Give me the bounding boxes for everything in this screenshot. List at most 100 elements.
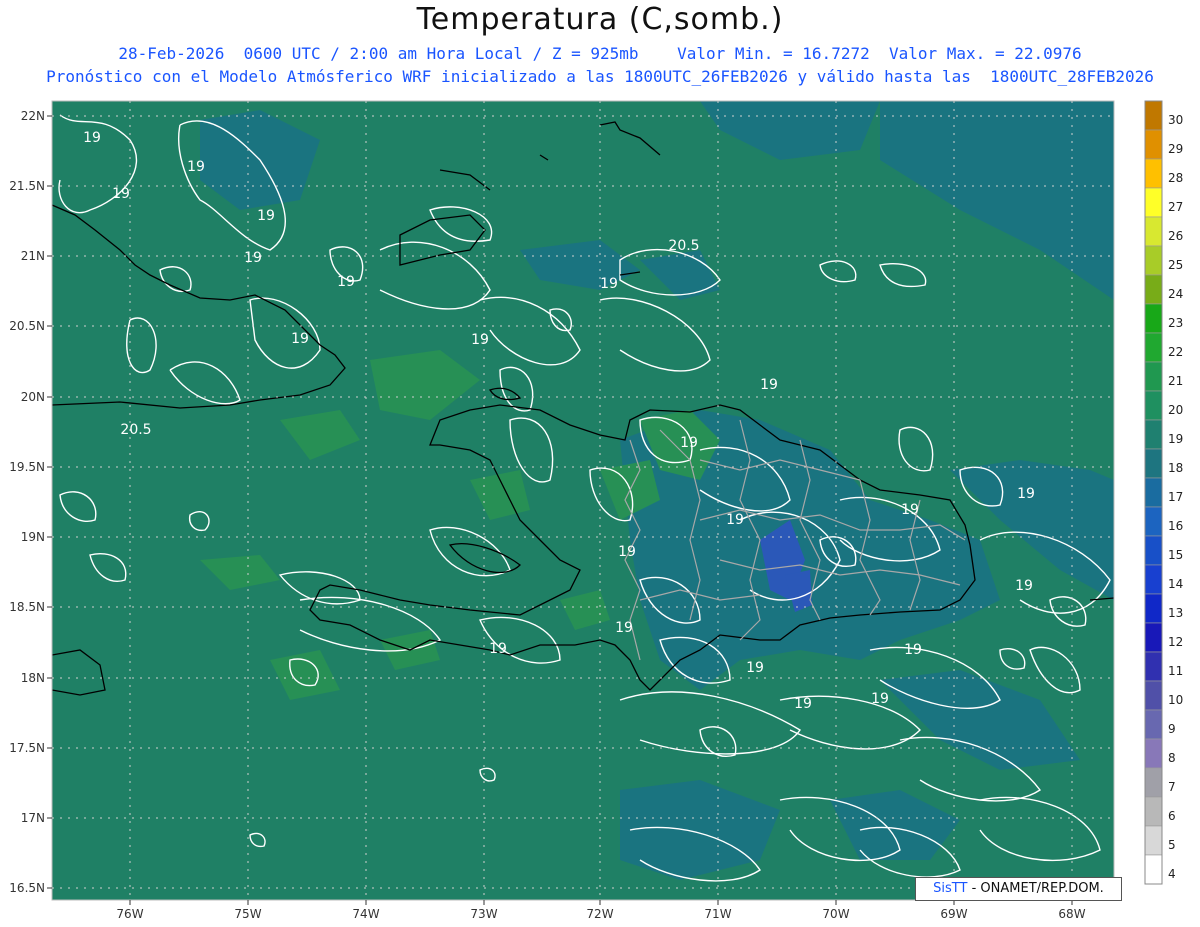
colorbar: 30 29 28 27 26 25 24 23 22 21 20 19 18 17 16 15 14 13 12 11… [1144,100,1183,885]
contour-label: 19 [83,130,101,146]
colorbar-label: 28 [1168,171,1183,185]
contour-label: 19 [794,696,812,712]
lat-tick-label: 16.5N [9,881,45,895]
colorbar-swatch [1144,361,1163,392]
contour-label: 19 [726,512,744,528]
colorbar-label: 30 [1168,113,1183,127]
colorbar-label: 10 [1168,693,1183,707]
lon-tick-label: 68W [1058,907,1085,921]
colorbar-label: 6 [1168,809,1176,823]
colorbar-swatch [1144,477,1163,508]
contour-label: 19 [187,159,205,175]
lon-tick-label: 76W [116,907,143,921]
contour-label: 19 [244,250,262,266]
colorbar-swatch [1144,245,1163,276]
colorbar-label: 22 [1168,345,1183,359]
lat-tick-label: 21.5N [9,179,45,193]
colorbar-label: 20 [1168,403,1183,417]
colorbar-swatch [1144,622,1163,653]
colorbar-label: 23 [1168,316,1183,330]
contour-label: 19 [112,186,130,202]
lat-tick-label: 22N [21,109,45,123]
contour-label: 19 [901,502,919,518]
lon-tick-label: 72W [586,907,613,921]
colorbar-label: 12 [1168,635,1183,649]
contour-label: 19 [291,331,309,347]
lat-tick-label: 20N [21,390,45,404]
lat-tick-label: 19.5N [9,460,45,474]
temperature-map: 19 19 19 19 19 19 19 19 19 20.5 19 19 20.5 19 19 19 19 19… [9,100,1183,921]
colorbar-swatch [1144,158,1163,189]
lat-tick-label: 17N [21,811,45,825]
contour-label: 19 [760,377,778,393]
colorbar-swatch [1144,303,1163,334]
colorbar-label: 5 [1168,838,1176,852]
contour-label: 19 [600,276,618,292]
temperature-field [52,101,1114,900]
colorbar-swatch [1144,274,1163,305]
colorbar-swatch [1144,535,1163,566]
sistt-logo: SisTT [933,881,968,896]
colorbar-label: 16 [1168,519,1183,533]
contour-label: 19 [904,642,922,658]
colorbar-label: 18 [1168,461,1183,475]
colorbar-swatch [1144,390,1163,421]
colorbar-label: 8 [1168,751,1176,765]
colorbar-swatch [1144,129,1163,160]
colorbar-label: 27 [1168,200,1183,214]
colorbar-swatch [1144,564,1163,595]
colorbar-swatch [1144,448,1163,479]
colorbar-swatch [1144,680,1163,711]
colorbar-label: 25 [1168,258,1183,272]
colorbar-swatch [1144,825,1163,856]
credit-box: SisTT - ONAMET/REP.DOM. [915,877,1122,901]
colorbar-swatch [1144,419,1163,450]
contour-label: 19 [746,660,764,676]
lon-tick-label: 70W [822,907,849,921]
lon-tick-label: 74W [352,907,379,921]
lon-tick-label: 71W [704,907,731,921]
lon-tick-label: 73W [470,907,497,921]
lat-tick-label: 20.5N [9,319,45,333]
colorbar-label: 7 [1168,780,1176,794]
lat-tick-label: 18N [21,671,45,685]
colorbar-label: 4 [1168,867,1176,881]
colorbar-swatch [1144,187,1163,218]
colorbar-label: 13 [1168,606,1183,620]
contour-label: 19 [471,332,489,348]
lat-tick-label: 17.5N [9,741,45,755]
plot-area: 19 19 19 19 19 19 19 19 19 20.5 19 19 20.5 19 19 19 19 19… [52,101,1114,900]
colorbar-label: 11 [1168,664,1183,678]
colorbar-label: 9 [1168,722,1176,736]
colorbar-swatch [1144,651,1163,682]
colorbar-swatch [1144,796,1163,827]
contour-label: 19 [615,620,633,636]
colorbar-swatch [1144,332,1163,363]
credit-text: - ONAMET/REP.DOM. [967,881,1104,896]
colorbar-swatch [1144,506,1163,537]
lat-tick-label: 21N [21,249,45,263]
colorbar-swatch [1144,216,1163,247]
colorbar-swatch [1144,854,1163,885]
lat-tick-label: 18.5N [9,600,45,614]
contour-label: 19 [1015,578,1033,594]
colorbar-label: 15 [1168,548,1183,562]
colorbar-label: 17 [1168,490,1183,504]
contour-label: 20.5 [668,238,699,254]
colorbar-label: 26 [1168,229,1183,243]
lat-tick-label: 19N [21,530,45,544]
contour-label: 19 [618,544,636,560]
lon-tick-label: 75W [234,907,261,921]
contour-label: 19 [871,691,889,707]
contour-label: 19 [1017,486,1035,502]
colorbar-swatch [1144,738,1163,769]
colorbar-label: 24 [1168,287,1183,301]
contour-label: 19 [337,274,355,290]
colorbar-label: 14 [1168,577,1183,591]
contour-label: 19 [489,641,507,657]
contour-label: 19 [257,208,275,224]
contour-label: 19 [680,435,698,451]
colorbar-label: 29 [1168,142,1183,156]
colorbar-swatch [1144,593,1163,624]
contour-label: 20.5 [120,422,151,438]
